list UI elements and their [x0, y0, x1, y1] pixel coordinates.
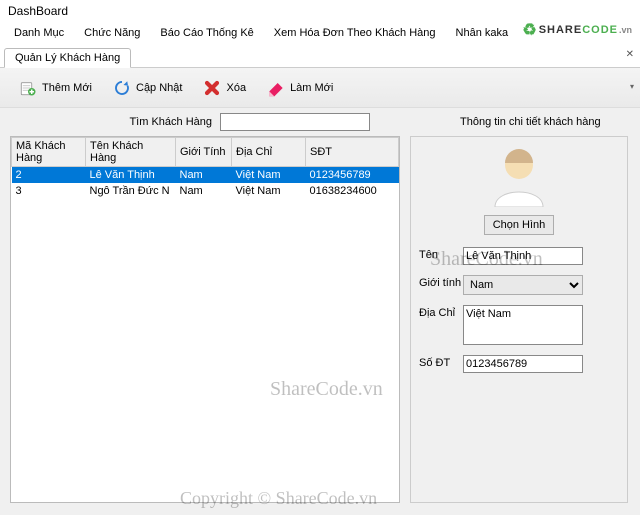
menu-hoa-don[interactable]: Xem Hóa Đơn Theo Khách Hàng	[266, 24, 444, 42]
col-addr[interactable]: Địa Chỉ	[232, 138, 306, 167]
eraser-icon	[266, 78, 286, 98]
col-phone[interactable]: SĐT	[306, 138, 399, 167]
clear-button[interactable]: Làm Mới	[258, 74, 341, 102]
delete-icon	[202, 78, 222, 98]
title-bar: DashBoard	[0, 0, 640, 22]
sharecode-logo: ♻ SHARECODE.vn	[522, 20, 632, 40]
chevron-down-icon[interactable]: ▾	[630, 82, 634, 91]
menu-nhan-kaka[interactable]: Nhân kaka	[448, 24, 517, 42]
menu-chuc-nang[interactable]: Chức Năng	[76, 24, 148, 42]
addr-label: Địa Chỉ	[419, 305, 463, 319]
search-row: Tìm Khách Hàng Thông tin chi tiết khách …	[10, 108, 630, 136]
gender-select[interactable]: Nam	[463, 275, 583, 295]
name-label: Tên	[419, 247, 463, 261]
customer-table: Mã Khách Hàng Tên Khách Hàng Giới Tính Đ…	[10, 136, 400, 503]
choose-image-button[interactable]: Chọn Hình	[484, 215, 554, 235]
table-header-row: Mã Khách Hàng Tên Khách Hàng Giới Tính Đ…	[12, 138, 399, 167]
table-row[interactable]: 3 Ngô Trần Đức N Nam Việt Nam 0163823460…	[12, 183, 399, 199]
content-area: Tìm Khách Hàng Thông tin chi tiết khách …	[0, 108, 640, 515]
detail-panel: Chọn Hình Tên Giới tính Nam Địa Chỉ Việt…	[410, 136, 628, 503]
phone-field[interactable]	[463, 355, 583, 373]
window-title: DashBoard	[8, 4, 68, 18]
addr-field[interactable]: Việt Nam	[463, 305, 583, 345]
menu-bao-cao[interactable]: Báo Cáo Thống Kê	[152, 24, 261, 42]
refresh-icon	[112, 78, 132, 98]
recycle-icon: ♻	[522, 20, 536, 40]
detail-title: Thông tin chi tiết khách hàng	[460, 116, 601, 128]
col-id[interactable]: Mã Khách Hàng	[12, 138, 86, 167]
search-label: Tìm Khách Hàng	[10, 116, 220, 128]
col-name[interactable]: Tên Khách Hàng	[86, 138, 176, 167]
menu-danh-muc[interactable]: Danh Mục	[6, 24, 72, 42]
name-field[interactable]	[463, 247, 583, 265]
add-button[interactable]: Thêm Mới	[10, 74, 100, 102]
phone-label: Số ĐT	[419, 355, 463, 369]
tab-strip: Quản Lý Khách Hàng ✕	[0, 44, 640, 68]
search-input[interactable]	[220, 113, 370, 131]
tab-quan-ly-khach-hang[interactable]: Quản Lý Khách Hàng	[4, 48, 131, 68]
toolbar: Thêm Mới Cập Nhật Xóa Làm Mới ▾	[0, 68, 640, 108]
col-gender[interactable]: Giới Tính	[176, 138, 232, 167]
add-icon	[18, 78, 38, 98]
gender-label: Giới tính	[419, 275, 463, 289]
update-button[interactable]: Cập Nhật	[104, 74, 190, 102]
table-row[interactable]: 2 Lê Văn Thịnh Nam Việt Nam 0123456789	[12, 167, 399, 184]
close-icon[interactable]: ✕	[626, 49, 634, 60]
delete-button[interactable]: Xóa	[194, 74, 254, 102]
avatar-icon	[487, 143, 551, 207]
